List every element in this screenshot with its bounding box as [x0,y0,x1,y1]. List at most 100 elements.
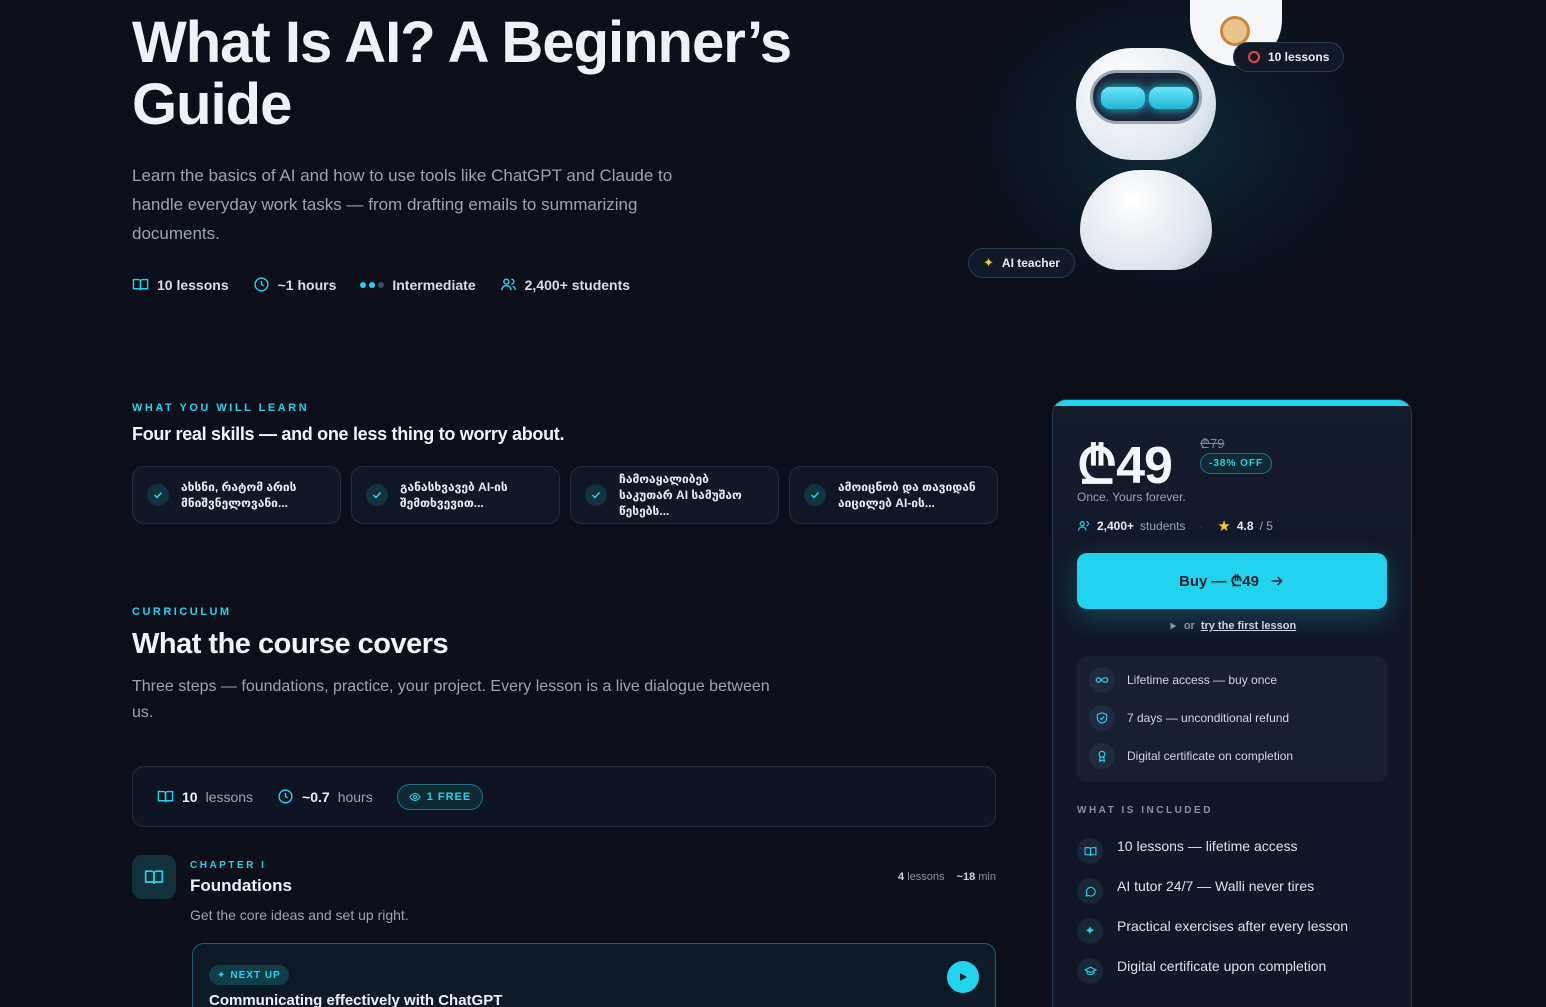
guarantee-item: Lifetime access — buy once [1089,667,1277,693]
meta-level: Intermediate [360,276,476,293]
robot-eye-left [1101,87,1145,109]
guarantee-item: 7 days — unconditional refund [1089,705,1289,731]
try-first-lesson-link[interactable]: try the first lesson [1201,620,1296,632]
buy-button[interactable]: Buy — ₾49 [1077,553,1387,609]
pricing-card: ₾49 ₾79 -38% OFF Once. Yours forever. 2,… [1052,399,1412,1007]
award-icon [1089,743,1115,769]
target-icon [1248,51,1260,63]
guarantee-text: 7 days — unconditional refund [1127,711,1290,725]
learn-eyebrow: WHAT YOU WILL LEARN [132,402,310,414]
skill-card[interactable]: განასხვავებ AI-ის შემთხვევით... [351,466,560,524]
star-icon: ★ [1217,518,1231,535]
buy-button-label: Buy — ₾49 [1179,573,1259,590]
check-icon [585,484,607,506]
skill-text: ჩამოაყალიბებ საკუთარ AI სამუშაო წესებს..… [619,472,742,518]
included-item: 10 lessons — lifetime access [1077,828,1298,864]
included-item: ✦ Practical exercises after every lesson [1077,908,1348,944]
guarantee-text: Lifetime access — buy once [1127,673,1278,687]
robot-eye-right [1149,87,1193,109]
skill-card[interactable]: ჩამოაყალიბებ საკუთარ AI სამუშაო წესებს..… [570,466,779,524]
stat-hours-label: hours [337,788,373,805]
chapter-lessons: 4 lessons [898,871,944,883]
page-title: What Is AI? A Beginner’s Guide [132,10,792,137]
chapter-duration-value: ~18 [956,871,976,883]
free-badge-text: 1 FREE [426,790,472,803]
rating-row: 2,400+ students · ★ 4.8 / 5 [1077,517,1273,535]
arrow-right-icon [1271,576,1283,586]
check-icon [804,484,826,506]
old-price: ₾79 [1200,436,1225,451]
curriculum-stats: 10 lessons ~0.7 hours 1 FREE [132,766,996,827]
ai-teacher-text: AI teacher [1001,256,1060,270]
meta-hours-text: ~1 hours [277,276,337,293]
free-badge: 1 FREE [396,783,484,810]
students-label: students [1140,519,1186,533]
chapter-meta: 4 lessons ~18 min [898,871,996,883]
infinity-icon [1089,667,1115,693]
play-icon [960,973,967,981]
stat-lessons-count: 10 [182,788,198,805]
shield-check-icon [1089,705,1115,731]
eye-icon [409,792,421,801]
course-meta: 10 lessons ~1 hours Intermediate 2,400+ … [132,276,630,293]
guarantees-box: Lifetime access — buy once 7 days — unco… [1077,656,1387,782]
users-icon [500,278,516,291]
robot-visor [1090,70,1202,124]
chapter-lessons-count: 4 [898,871,905,883]
clock-icon [278,789,293,804]
next-up-badge: ✦ NEXT UP [209,965,289,985]
included-item: AI tutor 24/7 — Walli never tires [1077,868,1314,904]
skill-text: ამოიცნობ და თავიდან აიცილებ AI-ის... [838,480,976,510]
students-count: 2,400+ [1097,519,1135,533]
next-lesson-card[interactable]: ✦ NEXT UP Communicating effectively with… [192,943,996,1007]
ai-teacher-badge: ✦ AI teacher [968,248,1075,278]
curriculum-heading: What the course covers [132,628,449,660]
chapter-duration-unit: min [978,871,996,883]
users-icon [1077,521,1089,531]
try-lesson-row: or try the first lesson [1053,620,1411,632]
sparkles-icon: ✦ [1077,918,1103,944]
chapter-subtitle: Get the core ideas and set up right. [190,907,409,923]
stat-hours: ~0.7 hours [277,788,373,805]
level-dots-icon [360,281,385,288]
included-text: 10 lessons — lifetime access [1117,838,1298,854]
chapter-label: CHAPTER I [190,860,267,871]
next-lesson-title: Communicating effectively with ChatGPT [209,992,503,1007]
included-text: Digital certificate upon completion [1117,958,1327,974]
chapter-lessons-label: lessons [907,871,945,883]
guarantee-text: Digital certificate on completion [1127,749,1294,763]
hero-subtitle: Learn the basics of AI and how to use to… [132,166,673,243]
included-item: Digital certificate upon completion [1077,948,1326,984]
stat-lessons-label: lessons [205,788,254,805]
skill-card[interactable]: ამოიცნობ და თავიდან აიცილებ AI-ის... [789,466,998,524]
chapter-duration: ~18 min [957,871,996,883]
price: ₾49 [1077,437,1173,495]
book-icon [1077,838,1103,864]
included-label: WHAT IS INCLUDED [1077,805,1213,816]
skill-card[interactable]: ახსნი, რატომ არის მნიშვნელოვანი... [132,466,341,524]
meta-lessons: 10 lessons [132,276,229,293]
stat-hours-count: ~0.7 [302,788,330,805]
next-up-text: NEXT UP [230,969,281,981]
rating-value: 4.8 [1236,519,1254,533]
curriculum-eyebrow: CURRICULUM [132,606,232,618]
check-icon [147,484,169,506]
robot-body [1080,170,1212,270]
forever-text: Once. Yours forever. [1077,490,1186,504]
play-button[interactable] [947,961,979,993]
try-prefix: or [1183,620,1195,632]
play-icon [1170,622,1177,630]
meta-level-text: Intermediate [392,276,476,293]
included-text: AI tutor 24/7 — Walli never tires [1117,878,1315,894]
rating-max: / 5 [1259,519,1273,533]
book-icon [144,870,164,884]
clock-icon [254,277,269,292]
discount-badge: -38% OFF [1200,453,1273,474]
included-text: Practical exercises after every lesson [1117,918,1349,934]
robot-head [1076,48,1216,160]
chapter-icon [132,855,176,899]
skill-text: ახსნი, რატომ არის მნიშვნელოვანი... [181,480,297,510]
sparkle-icon: ✦ [983,255,994,270]
check-icon [366,484,388,506]
chapter-title[interactable]: Foundations [190,876,292,896]
